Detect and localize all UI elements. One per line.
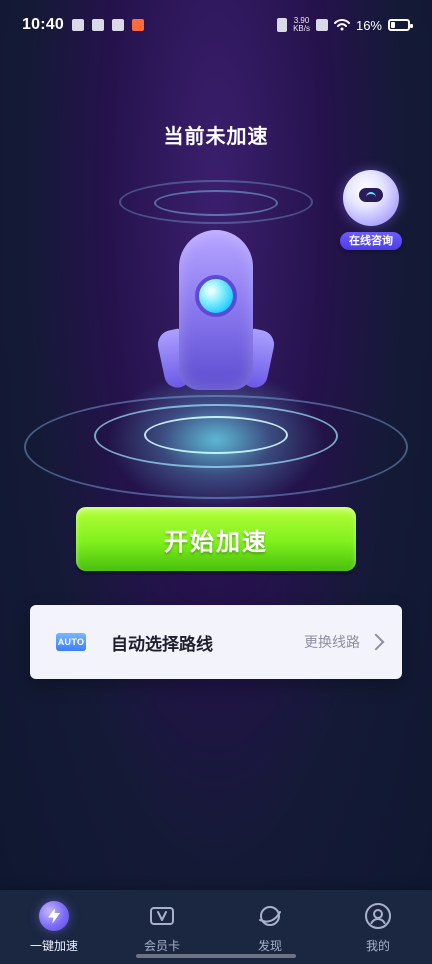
battery-icon [388,19,413,31]
tab-label: 发现 [257,938,282,953]
battery-percent: 16% [355,17,382,33]
tab-vip-card[interactable]: 会员卡 [108,890,216,964]
vpn-icon [315,19,328,31]
battery-level [391,22,395,28]
user-icon [363,901,393,931]
status-left: 10:40 [22,16,144,34]
bottom-navigation: 一键加速 会员卡 发现 我的 [0,890,432,964]
status-right: 3.90 KB/s 16% [277,17,413,33]
network-speed: 3.90 KB/s [293,17,310,33]
notification-icon [91,19,104,31]
ring-decoration [154,190,278,216]
status-time: 10:40 [22,16,64,33]
tab-label: 会员卡 [143,938,180,953]
start-acceleration-button[interactable]: 开始加速 [76,507,356,571]
status-bar: 10:40 3.90 KB/s 16% [0,0,432,50]
network-speed-unit: KB/s [293,24,310,33]
app-icon [131,19,144,31]
rocket-window [195,275,237,317]
sim-icon [71,19,84,31]
tab-discover[interactable]: 发现 [216,890,324,964]
tab-label: 一键加速 [29,938,78,953]
tab-label: 我的 [365,938,390,953]
lightning-icon [39,900,69,931]
tiktok-icon [111,19,124,31]
wifi-icon [333,19,350,31]
route-selector[interactable]: AUTO 自动选择路线 更换线路 [30,605,402,679]
vip-card-icon [147,901,177,931]
home-indicator [136,954,296,958]
vibrate-icon [277,18,288,32]
rocket-icon [155,220,277,410]
planet-icon [255,901,285,931]
chevron-right-icon [367,633,385,651]
route-name: 自动选择路线 [111,634,213,655]
change-route-button[interactable]: 更换线路 [304,632,386,652]
tab-one-click-accelerate[interactable]: 一键加速 [0,890,108,964]
change-route-label: 更换线路 [304,635,360,651]
auto-badge: AUTO [56,633,86,651]
rocket-illustration [0,180,432,520]
page-title: 当前未加速 [163,124,269,148]
ring-decoration [144,416,288,454]
tab-me[interactable]: 我的 [324,890,432,964]
